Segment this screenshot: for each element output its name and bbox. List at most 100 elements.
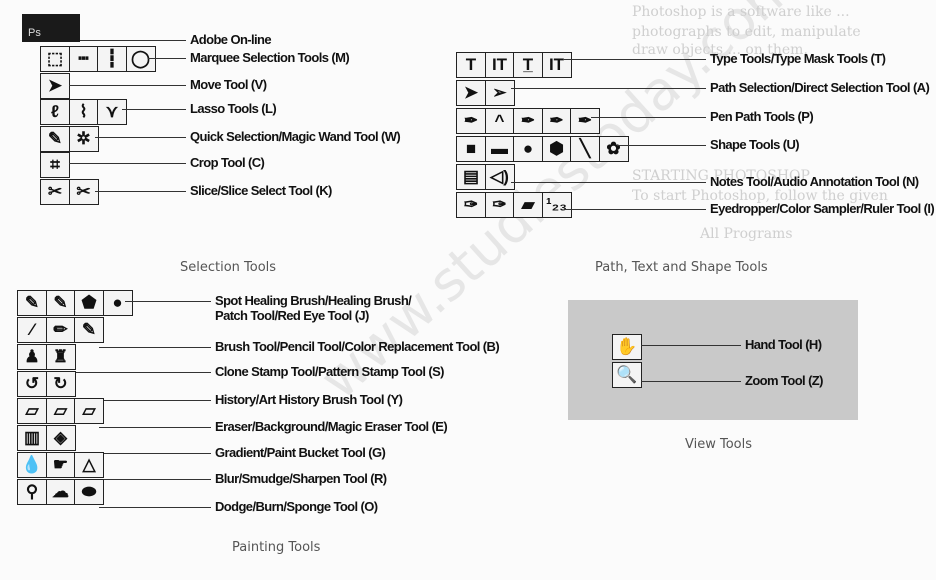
quick-selection-icon[interactable]: ✎ xyxy=(40,125,70,152)
tool-label: Spot Healing Brush/Healing Brush/ xyxy=(215,293,412,308)
bleed-text: All Programs xyxy=(700,226,793,242)
paint-bucket-icon[interactable]: ◈ xyxy=(45,425,76,451)
magic-eraser-icon[interactable]: ▱ xyxy=(74,398,104,424)
tool-label: Lasso Tools (L) xyxy=(190,101,277,116)
tool-label: Pen Path Tools (P) xyxy=(710,109,814,124)
sharpen-icon[interactable]: △ xyxy=(74,452,104,478)
leader-line xyxy=(125,301,211,302)
pen-icon[interactable]: ✒ xyxy=(456,108,486,134)
background-eraser-icon[interactable]: ▱ xyxy=(45,398,76,424)
tool-label: Patch Tool/Red Eye Tool (J) xyxy=(215,308,369,323)
history-brush-icon[interactable]: ↺ xyxy=(17,371,47,397)
leader-line xyxy=(564,209,706,210)
ellipse-marquee-icon[interactable]: ◯ xyxy=(125,46,156,72)
leader-line xyxy=(511,182,706,183)
tool-row: ⚲ ☁ ⬬ xyxy=(17,479,104,505)
vertical-type-icon[interactable]: IT xyxy=(484,52,515,78)
direct-selection-icon[interactable]: ➢ xyxy=(484,80,515,106)
type-mask-icon[interactable]: T̲ xyxy=(513,52,543,78)
smudge-icon[interactable]: ☛ xyxy=(45,452,76,478)
healing-brush-icon[interactable]: ✎ xyxy=(45,290,76,316)
polygon-icon[interactable]: ⬢ xyxy=(541,136,572,162)
tool-row: ♟ ♜ xyxy=(17,344,76,370)
tool-label: Quick Selection/Magic Wand Tool (W) xyxy=(190,129,401,144)
tool-row: 💧 ☛ △ xyxy=(17,452,104,478)
magic-wand-icon[interactable]: ✲ xyxy=(68,125,99,152)
zoom-icon[interactable]: 🔍 xyxy=(612,362,642,388)
leader-line xyxy=(511,88,706,89)
pattern-stamp-icon[interactable]: ♜ xyxy=(45,344,76,370)
sponge-icon[interactable]: ⬬ xyxy=(74,479,104,505)
eyedropper-icon[interactable]: ✑ xyxy=(456,192,486,218)
rectangle-icon[interactable]: ■ xyxy=(456,136,486,162)
tool-row: ■ ▬ ● ⬢ ╲ ✿ xyxy=(456,136,629,162)
gradient-icon[interactable]: ▥ xyxy=(17,425,47,451)
line-icon[interactable]: ╲ xyxy=(570,136,600,162)
patch-icon[interactable]: ⬟ xyxy=(74,290,104,316)
lasso-icon[interactable]: ℓ xyxy=(40,99,70,125)
col-marquee-icon[interactable]: ┇ xyxy=(97,46,127,72)
tool-row: ℓ ⌇ ⋎ xyxy=(40,99,127,125)
rounded-rectangle-icon[interactable]: ▬ xyxy=(484,136,515,162)
rect-marquee-icon[interactable]: ⬚ xyxy=(40,46,70,72)
add-anchor-icon[interactable]: ✒ xyxy=(541,108,572,134)
leader-line xyxy=(617,145,706,146)
leader-line xyxy=(95,191,186,192)
hand-icon[interactable]: ✋ xyxy=(612,334,642,360)
delete-anchor-icon[interactable]: ✒ xyxy=(513,108,543,134)
color-sampler-icon[interactable]: ✑ xyxy=(484,192,515,218)
freeform-pen-icon[interactable]: ✒ xyxy=(570,108,600,134)
tool-label: Crop Tool (C) xyxy=(190,155,265,170)
bleed-text: Photoshop is a software like ... xyxy=(632,4,850,20)
crop-icon[interactable]: ⌗ xyxy=(40,152,70,178)
tool-label: Path Selection/Direct Selection Tool (A) xyxy=(710,80,930,95)
leader-line xyxy=(95,137,186,138)
pencil-icon[interactable]: ✏ xyxy=(45,317,76,343)
type-icon[interactable]: T xyxy=(456,52,486,78)
leader-line xyxy=(68,85,186,86)
slice-select-icon[interactable]: ✂ xyxy=(68,178,99,205)
dodge-icon[interactable]: ⚲ xyxy=(17,479,47,505)
eraser-icon[interactable]: ▱ xyxy=(17,398,47,424)
audio-annotation-icon[interactable]: ◁) xyxy=(484,164,515,190)
tool-label: Zoom Tool (Z) xyxy=(745,373,823,388)
caption-path-tools: Path, Text and Shape Tools xyxy=(595,260,768,275)
tool-label: Slice/Slice Select Tool (K) xyxy=(190,183,332,198)
custom-shape-icon[interactable]: ✿ xyxy=(598,136,629,162)
convert-point-icon[interactable]: ^ xyxy=(484,108,515,134)
notes-icon[interactable]: ▤ xyxy=(456,164,486,190)
ruler-icon[interactable]: ▰ xyxy=(513,192,543,218)
burn-icon[interactable]: ☁ xyxy=(45,479,76,505)
color-replacement-icon[interactable]: ✎ xyxy=(74,317,104,343)
tool-row: ✑ ✑ ▰ ¹₂₃ xyxy=(456,192,572,218)
leader-line xyxy=(68,163,186,164)
leader-line xyxy=(98,427,211,428)
magnetic-lasso-icon[interactable]: ⋎ xyxy=(97,99,127,125)
leader-line xyxy=(148,58,186,59)
photoshop-logo[interactable]: Ps xyxy=(22,14,80,42)
tool-row: ↺ ↻ xyxy=(17,371,76,397)
vertical-type-mask-icon[interactable]: IT xyxy=(541,52,572,78)
count-icon[interactable]: ¹₂₃ xyxy=(541,192,572,218)
tool-row: ✎ ✎ ⬟ ● xyxy=(17,290,133,316)
move-icon[interactable]: ➤ xyxy=(40,72,70,99)
brush-icon[interactable]: ⁄ xyxy=(17,317,47,343)
tool-label: Hand Tool (H) xyxy=(745,337,822,352)
tool-label: Dodge/Burn/Sponge Tool (O) xyxy=(215,499,378,514)
leader-line xyxy=(564,59,706,60)
path-selection-icon[interactable]: ➤ xyxy=(456,80,486,106)
art-history-brush-icon[interactable]: ↻ xyxy=(45,371,76,397)
clone-stamp-icon[interactable]: ♟ xyxy=(17,344,47,370)
blur-icon[interactable]: 💧 xyxy=(17,452,47,478)
red-eye-icon[interactable]: ● xyxy=(102,290,133,316)
tool-row: ✂ ✂ xyxy=(40,178,99,205)
polygon-lasso-icon[interactable]: ⌇ xyxy=(68,99,99,125)
slice-icon[interactable]: ✂ xyxy=(40,178,70,205)
tool-row: T IT T̲ IT xyxy=(456,52,572,78)
tool-label: Brush Tool/Pencil Tool/Color Replacement… xyxy=(215,339,500,354)
spot-healing-icon[interactable]: ✎ xyxy=(17,290,47,316)
row-marquee-icon[interactable]: ┅ xyxy=(68,46,99,72)
tool-row: ✒ ^ ✒ ✒ ✒ xyxy=(456,108,600,134)
tool-row: ▥ ◈ xyxy=(17,425,76,451)
ellipse-icon[interactable]: ● xyxy=(513,136,543,162)
